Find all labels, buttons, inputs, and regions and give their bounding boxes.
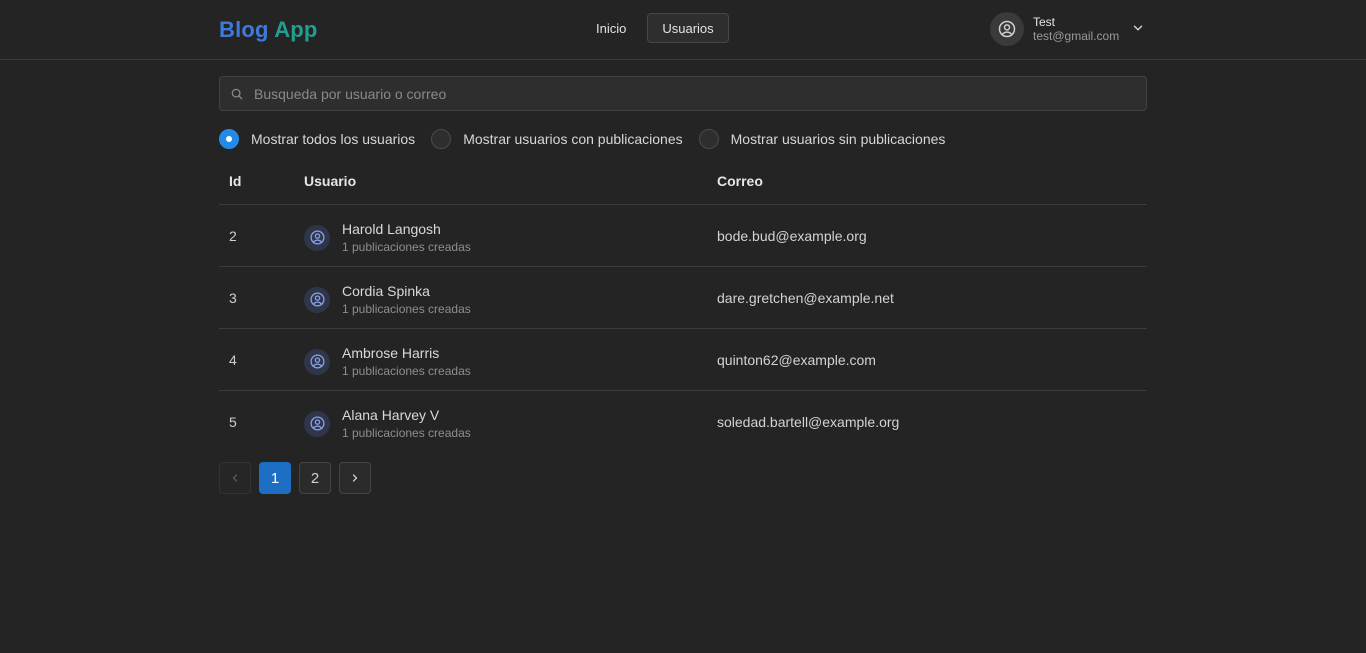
brand-logo[interactable]: Blog App (219, 17, 318, 43)
cell-email: soledad.bartell@example.org (717, 414, 900, 430)
cell-id: 2 (229, 228, 237, 244)
next-page-button[interactable] (339, 462, 371, 494)
post-count: 1 publicaciones creadas (342, 363, 471, 378)
column-header-user: Usuario (304, 173, 357, 189)
user-circle-icon (309, 230, 325, 245)
chevron-left-icon (232, 474, 238, 482)
table-row: 5 Alana Harvey V 1 publicaciones creadas… (219, 391, 1147, 453)
user-name: Alana Harvey V (342, 407, 440, 423)
user-circle-icon (309, 354, 325, 369)
search-icon (231, 88, 243, 100)
cell-email: dare.gretchen@example.net (717, 290, 894, 306)
user-name: Harold Langosh (342, 221, 441, 237)
radio-unchecked-icon[interactable] (431, 129, 452, 149)
search-input[interactable] (254, 77, 1134, 110)
table-header: Id Usuario Correo (219, 158, 1147, 205)
user-avatar (304, 286, 330, 313)
user-filter-radios: Mostrar todos los usuarios Mostrar usuar… (219, 128, 961, 150)
cell-user: Cordia Spinka 1 publicaciones creadas (304, 283, 471, 316)
cell-user: Alana Harvey V 1 publicaciones creadas (304, 407, 471, 440)
column-header-id: Id (229, 173, 242, 189)
user-circle-icon (309, 292, 325, 307)
user-email: test@gmail.com (1033, 29, 1120, 43)
chevron-down-icon (1133, 25, 1143, 31)
table-row: 3 Cordia Spinka 1 publicaciones creadas … (219, 267, 1147, 329)
filter-label: Mostrar todos los usuarios (251, 131, 416, 147)
post-count: 1 publicaciones creadas (342, 425, 471, 440)
post-count: 1 publicaciones creadas (342, 239, 471, 254)
main-nav: Inicio Usuarios (581, 13, 729, 43)
pagination: 1 2 (219, 462, 371, 494)
post-count: 1 publicaciones creadas (342, 301, 471, 316)
table-row: 2 Harold Langosh 1 publicaciones creadas… (219, 205, 1147, 267)
user-avatar (304, 224, 330, 251)
cell-email: quinton62@example.com (717, 352, 876, 368)
cell-id: 5 (229, 414, 237, 430)
page-button-1[interactable]: 1 (259, 462, 291, 494)
cell-id: 4 (229, 352, 237, 368)
filter-label: Mostrar usuarios con publicaciones (463, 131, 683, 147)
chevron-right-icon (352, 474, 358, 482)
users-table: Id Usuario Correo 2 Harold Langosh 1 pub… (219, 158, 1147, 453)
user-circle-icon (998, 20, 1016, 38)
search-box (219, 76, 1147, 111)
table-row: 4 Ambrose Harris 1 publicaciones creadas… (219, 329, 1147, 391)
column-header-email: Correo (717, 173, 763, 189)
user-circle-icon (309, 416, 325, 431)
cell-user: Harold Langosh 1 publicaciones creadas (304, 221, 471, 254)
user-avatar (304, 348, 330, 375)
filter-label: Mostrar usuarios sin publicaciones (730, 131, 946, 147)
user-avatar (990, 12, 1024, 46)
radio-unchecked-icon[interactable] (698, 129, 719, 149)
filter-all-users[interactable]: Mostrar todos los usuarios (219, 129, 415, 149)
cell-id: 3 (229, 290, 237, 306)
user-avatar (304, 410, 330, 437)
filter-with-posts[interactable]: Mostrar usuarios con publicaciones (431, 129, 683, 149)
prev-page-button[interactable] (219, 462, 251, 494)
page-button-2[interactable]: 2 (299, 462, 331, 494)
user-menu[interactable]: Test test@gmail.com (990, 12, 1150, 46)
cell-user: Ambrose Harris 1 publicaciones creadas (304, 345, 471, 378)
app-header: Blog App Inicio Usuarios Test test@gmail… (0, 0, 1366, 60)
nav-inicio[interactable]: Inicio (581, 13, 641, 43)
user-name: Cordia Spinka (342, 283, 430, 299)
filter-without-posts[interactable]: Mostrar usuarios sin publicaciones (698, 129, 946, 149)
cell-email: bode.bud@example.org (717, 228, 867, 244)
brand-word-1: Blog (219, 17, 269, 42)
nav-usuarios[interactable]: Usuarios (647, 13, 729, 43)
user-name: Test (1033, 14, 1056, 29)
brand-word-2: App (274, 17, 318, 42)
radio-checked-icon[interactable] (219, 129, 239, 149)
user-name: Ambrose Harris (342, 345, 440, 361)
